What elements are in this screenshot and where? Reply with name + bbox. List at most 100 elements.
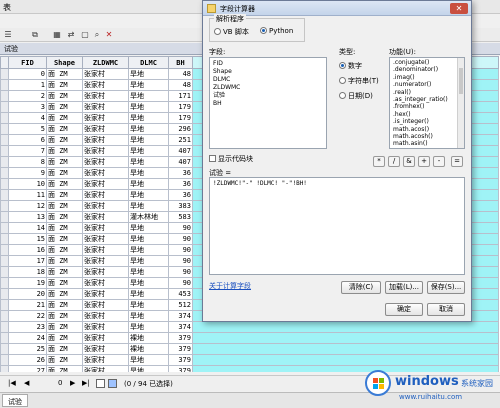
cell-zldwmc[interactable]: 张家村: [82, 178, 129, 190]
cell-fid[interactable]: 26: [8, 354, 47, 366]
function-list-item[interactable]: .real(): [390, 89, 464, 96]
row-selector-header[interactable]: [0, 56, 9, 69]
cell-zldwmc[interactable]: 张家村: [82, 288, 129, 300]
row-selector[interactable]: [0, 266, 9, 278]
cell-shiyan[interactable]: [192, 332, 499, 344]
cell-shape[interactable]: 面 ZM: [46, 68, 83, 80]
cell-fid[interactable]: 27: [8, 365, 47, 372]
table-row[interactable]: 24 面 ZM 张家村 裸地 379: [0, 332, 499, 344]
current-record-field[interactable]: 0: [58, 379, 62, 387]
function-list-item[interactable]: .imag(): [390, 74, 464, 81]
cell-fid[interactable]: 17: [8, 255, 47, 267]
cell-shape[interactable]: 面 ZM: [46, 112, 83, 124]
cell-bh[interactable]: 383: [168, 200, 193, 212]
cell-zldwmc[interactable]: 张家村: [82, 222, 129, 234]
cell-shiyan[interactable]: [192, 343, 499, 355]
column-header-dlmc[interactable]: DLMC: [128, 56, 169, 69]
first-record-button[interactable]: |◀: [8, 379, 16, 387]
type-string-radio[interactable]: 字符串(T): [339, 76, 379, 86]
cell-dlmc[interactable]: 灌木林地: [128, 211, 169, 223]
cell-fid[interactable]: 0: [8, 68, 47, 80]
cell-dlmc[interactable]: 旱地: [128, 68, 169, 80]
field-list-item[interactable]: 试验: [210, 92, 326, 100]
row-selector[interactable]: [0, 101, 9, 113]
row-selector[interactable]: [0, 277, 9, 289]
parser-vb-radio[interactable]: VB 脚本: [214, 27, 249, 37]
type-date-radio[interactable]: 日期(D): [339, 91, 373, 101]
cell-shape[interactable]: 面 ZM: [46, 200, 83, 212]
cell-zldwmc[interactable]: 张家村: [82, 123, 129, 135]
cell-fid[interactable]: 3: [8, 101, 47, 113]
cell-dlmc[interactable]: 旱地: [128, 79, 169, 91]
cell-bh[interactable]: 374: [168, 310, 193, 322]
cell-shape[interactable]: 面 ZM: [46, 343, 83, 355]
operator-ampersand-button[interactable]: &: [403, 156, 415, 167]
cell-fid[interactable]: 5: [8, 123, 47, 135]
row-selector[interactable]: [0, 156, 9, 168]
cell-shape[interactable]: 面 ZM: [46, 101, 83, 113]
cell-fid[interactable]: 13: [8, 211, 47, 223]
column-header-bh[interactable]: BH: [168, 56, 193, 69]
row-selector[interactable]: [0, 299, 9, 311]
cell-zldwmc[interactable]: 张家村: [82, 266, 129, 278]
cell-shiyan[interactable]: [192, 354, 499, 366]
cell-shape[interactable]: 面 ZM: [46, 145, 83, 157]
cell-dlmc[interactable]: 旱地: [128, 101, 169, 113]
cell-shape[interactable]: 面 ZM: [46, 288, 83, 300]
cell-zldwmc[interactable]: 张家村: [82, 299, 129, 311]
cell-dlmc[interactable]: 旱地: [128, 365, 169, 372]
operator-plus-button[interactable]: +: [418, 156, 430, 167]
ok-button[interactable]: 确定: [385, 303, 423, 316]
cell-zldwmc[interactable]: 张家村: [82, 211, 129, 223]
function-list-item[interactable]: .denominator(): [390, 66, 464, 73]
field-list-item[interactable]: ZLDWMC: [210, 84, 326, 92]
cell-dlmc[interactable]: 裸地: [128, 332, 169, 344]
cell-zldwmc[interactable]: 张家村: [82, 68, 129, 80]
cell-zldwmc[interactable]: 张家村: [82, 79, 129, 91]
row-selector[interactable]: [0, 288, 9, 300]
cell-bh[interactable]: 453: [168, 288, 193, 300]
clear-selection-icon[interactable]: ▢: [80, 30, 90, 40]
operator-equals-button[interactable]: =: [451, 156, 463, 167]
row-selector[interactable]: [0, 222, 9, 234]
functions-scrollbar[interactable]: [457, 58, 464, 148]
cell-fid[interactable]: 15: [8, 233, 47, 245]
cell-bh[interactable]: 407: [168, 156, 193, 168]
cell-zldwmc[interactable]: 张家村: [82, 332, 129, 344]
cell-shape[interactable]: 面 ZM: [46, 244, 83, 256]
table-row[interactable]: 23 面 ZM 张家村 旱地 374: [0, 321, 499, 333]
last-record-button[interactable]: ▶|: [82, 379, 90, 387]
cell-bh[interactable]: 407: [168, 145, 193, 157]
cell-dlmc[interactable]: 裸地: [128, 343, 169, 355]
cell-fid[interactable]: 8: [8, 156, 47, 168]
cell-zldwmc[interactable]: 张家村: [82, 354, 129, 366]
cell-shape[interactable]: 面 ZM: [46, 299, 83, 311]
cell-bh[interactable]: 583: [168, 211, 193, 223]
cell-bh[interactable]: 36: [168, 189, 193, 201]
cell-dlmc[interactable]: 旱地: [128, 222, 169, 234]
field-list-item[interactable]: Shape: [210, 68, 326, 76]
zoom-selected-icon[interactable]: ⌕: [92, 30, 102, 40]
cell-dlmc[interactable]: 旱地: [128, 178, 169, 190]
cell-shape[interactable]: 面 ZM: [46, 178, 83, 190]
cell-bh[interactable]: 90: [168, 244, 193, 256]
row-selector[interactable]: [0, 112, 9, 124]
cell-zldwmc[interactable]: 张家村: [82, 167, 129, 179]
type-number-radio[interactable]: 数字: [339, 61, 362, 71]
cell-fid[interactable]: 19: [8, 277, 47, 289]
cell-fid[interactable]: 14: [8, 222, 47, 234]
cell-dlmc[interactable]: 旱地: [128, 288, 169, 300]
function-list-item[interactable]: .fromhex(): [390, 103, 464, 110]
cell-fid[interactable]: 12: [8, 200, 47, 212]
row-selector[interactable]: [0, 90, 9, 102]
cell-bh[interactable]: 251: [168, 134, 193, 146]
operator-multiply-button[interactable]: *: [373, 156, 385, 167]
row-selector[interactable]: [0, 354, 9, 366]
cell-dlmc[interactable]: 旱地: [128, 321, 169, 333]
cell-bh[interactable]: 171: [168, 90, 193, 102]
cell-bh[interactable]: 379: [168, 332, 193, 344]
cell-bh[interactable]: 379: [168, 343, 193, 355]
row-selector[interactable]: [0, 79, 9, 91]
cell-fid[interactable]: 16: [8, 244, 47, 256]
cell-shape[interactable]: 面 ZM: [46, 211, 83, 223]
